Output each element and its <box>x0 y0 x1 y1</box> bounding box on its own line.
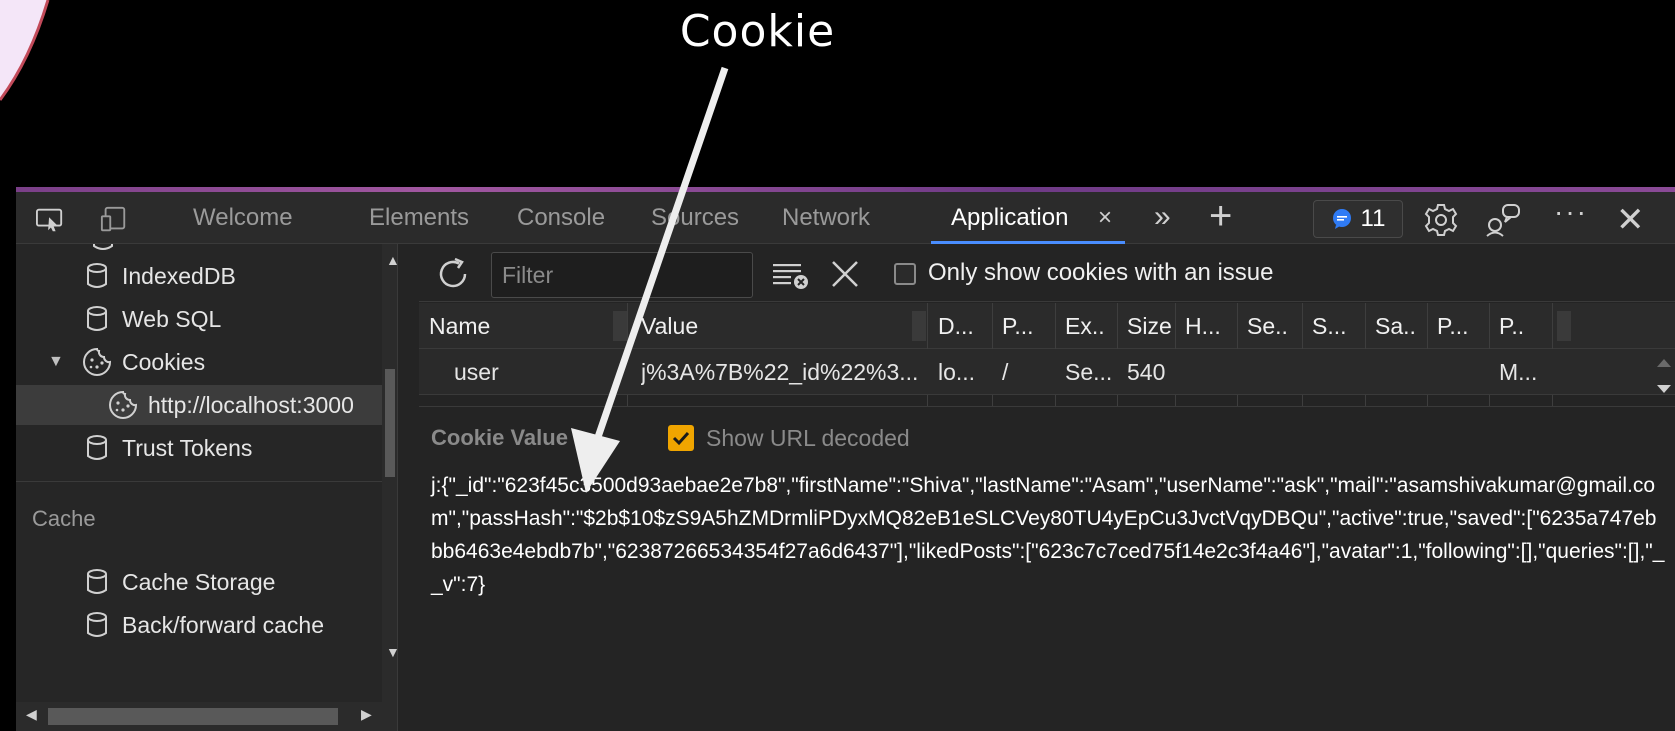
cookie-value-panel: Cookie Value Show URL decoded j:{"_id":"… <box>419 406 1675 731</box>
sidebar-item-cookies[interactable]: ▼ Cookies <box>16 342 382 382</box>
column-resize-handle[interactable] <box>1557 311 1571 341</box>
cell-expires: Se... <box>1065 359 1113 385</box>
column-header-sameparty[interactable]: Sa.. <box>1375 303 1427 349</box>
database-icon <box>80 435 114 461</box>
column-resize-handle[interactable] <box>613 311 627 341</box>
column-header-samesite[interactable]: S... <box>1312 303 1364 349</box>
cache-section-heading: Cache <box>32 506 96 531</box>
show-url-decoded-checkbox[interactable] <box>668 425 694 451</box>
clear-all-cookies-icon[interactable] <box>771 260 811 290</box>
cell-size: 540 <box>1127 359 1166 385</box>
filter-input[interactable] <box>491 252 753 298</box>
sidebar-item-indexeddb[interactable]: IndexedDB <box>16 256 382 296</box>
scroll-right-arrow-icon[interactable]: ▶ <box>361 706 372 723</box>
cell-value: j%3A%7B%22_id%22%3... <box>641 359 919 385</box>
sidebar-divider <box>16 481 382 482</box>
sidebar-item-trust-tokens[interactable]: Trust Tokens <box>16 428 382 468</box>
sidebar-item-label: Back/forward cache <box>122 611 324 638</box>
scroll-up-arrow-icon[interactable]: ▲ <box>386 252 397 268</box>
database-icon <box>80 306 114 332</box>
tab-network[interactable]: Network <box>782 192 870 244</box>
column-header-value[interactable]: Value <box>641 303 911 349</box>
cell-name: user <box>454 359 499 385</box>
close-tab-icon[interactable]: × <box>1098 204 1112 232</box>
column-header-httponly[interactable]: H... <box>1185 303 1237 349</box>
sidebar-item-back-forward-cache[interactable]: Back/forward cache <box>16 605 382 645</box>
column-header-size[interactable]: Size <box>1127 303 1173 349</box>
tab-elements[interactable]: Elements <box>369 192 469 244</box>
column-header-partition[interactable]: P... <box>1437 303 1489 349</box>
cookie-icon <box>80 347 114 377</box>
table-scrollbar[interactable] <box>1653 349 1675 406</box>
sidebar-item-label: Cookies <box>122 348 206 375</box>
more-options-icon[interactable]: ··· <box>1554 196 1588 228</box>
table-header: Name Value D... P... Ex.. Size H... Se..… <box>419 303 1675 349</box>
issues-count: 11 <box>1360 205 1386 232</box>
customize-icon[interactable] <box>1486 203 1522 237</box>
cell-path: / <box>1002 359 1009 385</box>
tab-console[interactable]: Console <box>517 192 605 244</box>
column-header-path[interactable]: P... <box>1002 303 1054 349</box>
device-emulation-icon[interactable] <box>100 206 128 234</box>
checkmark-icon <box>672 431 690 446</box>
scroll-up-arrow-icon[interactable] <box>1654 353 1674 373</box>
sidebar-item-localhost-cookies[interactable]: http://localhost:3000 <box>16 385 382 425</box>
cookie-icon <box>106 390 140 420</box>
sidebar-item-web-sql[interactable]: Web SQL <box>16 299 382 339</box>
column-header-secure[interactable]: Se.. <box>1247 303 1299 349</box>
cookies-table: Name Value D... P... Ex.. Size H... Se..… <box>419 303 1675 406</box>
scroll-down-arrow-icon[interactable] <box>1654 379 1674 399</box>
cookies-panel: Only show cookies with an issue Name Val… <box>419 244 1675 731</box>
cookies-toolbar: Only show cookies with an issue <box>419 244 1675 302</box>
devtools-panel: Welcome Elements Console Sources Network… <box>16 187 1675 731</box>
more-tabs-icon[interactable]: » <box>1154 200 1171 234</box>
tab-application[interactable]: Application <box>951 192 1068 244</box>
tab-bar: Welcome Elements Console Sources Network… <box>16 192 1675 244</box>
sidebar-item-cache-storage[interactable]: Cache Storage <box>16 562 382 602</box>
column-resize-handle[interactable] <box>912 311 926 341</box>
inspect-element-icon[interactable] <box>36 206 64 234</box>
expand-arrow-icon[interactable]: ▼ <box>48 353 80 371</box>
sidebar-scroll-thumb[interactable] <box>385 369 395 477</box>
application-sidebar: IndexedDB Web SQL ▼ Cookies http://local… <box>16 244 398 731</box>
cookie-value-title: Cookie Value <box>431 425 568 450</box>
cell-priority: M... <box>1499 359 1538 385</box>
cell-domain: lo... <box>938 359 976 385</box>
column-header-domain[interactable]: D... <box>938 303 990 349</box>
only-issues-label: Only show cookies with an issue <box>928 259 1274 286</box>
refresh-icon[interactable] <box>435 256 471 292</box>
show-url-decoded-label: Show URL decoded <box>706 425 910 451</box>
add-tab-icon[interactable]: + <box>1209 194 1232 239</box>
close-devtools-icon[interactable]: ✕ <box>1616 200 1645 240</box>
table-row[interactable]: user j%3A%7B%22_id%22%3... lo... / Se...… <box>419 349 1675 395</box>
sidebar-item-label: http://localhost:3000 <box>148 391 354 418</box>
sidebar-horizontal-thumb[interactable] <box>48 708 338 725</box>
sidebar-item-label: Trust Tokens <box>122 434 253 461</box>
database-icon <box>80 612 114 638</box>
database-icon <box>80 569 114 595</box>
scroll-down-arrow-icon[interactable]: ▼ <box>386 644 397 660</box>
sidebar-item-label: Web SQL <box>122 305 222 332</box>
sidebar-item-label: Cache Storage <box>122 568 276 595</box>
settings-gear-icon[interactable] <box>1424 203 1458 237</box>
sidebar-item-label: IndexedDB <box>122 262 236 289</box>
only-issues-checkbox[interactable] <box>894 263 916 285</box>
delete-selected-icon[interactable] <box>829 258 861 290</box>
column-header-expires[interactable]: Ex.. <box>1065 303 1117 349</box>
cookie-value-text: j:{"_id":"623f45c3500d93aebae2e7b8","fir… <box>431 474 1665 596</box>
issues-icon <box>1332 209 1351 229</box>
database-icon <box>80 263 114 289</box>
issues-badge[interactable]: 11 <box>1313 200 1403 238</box>
tab-welcome[interactable]: Welcome <box>193 192 293 244</box>
scroll-left-arrow-icon[interactable]: ◀ <box>26 706 37 723</box>
annotation-label: Cookie <box>679 6 836 57</box>
column-header-name[interactable]: Name <box>429 303 609 349</box>
tab-sources[interactable]: Sources <box>651 192 739 244</box>
column-header-priority[interactable]: P.. <box>1499 303 1551 349</box>
